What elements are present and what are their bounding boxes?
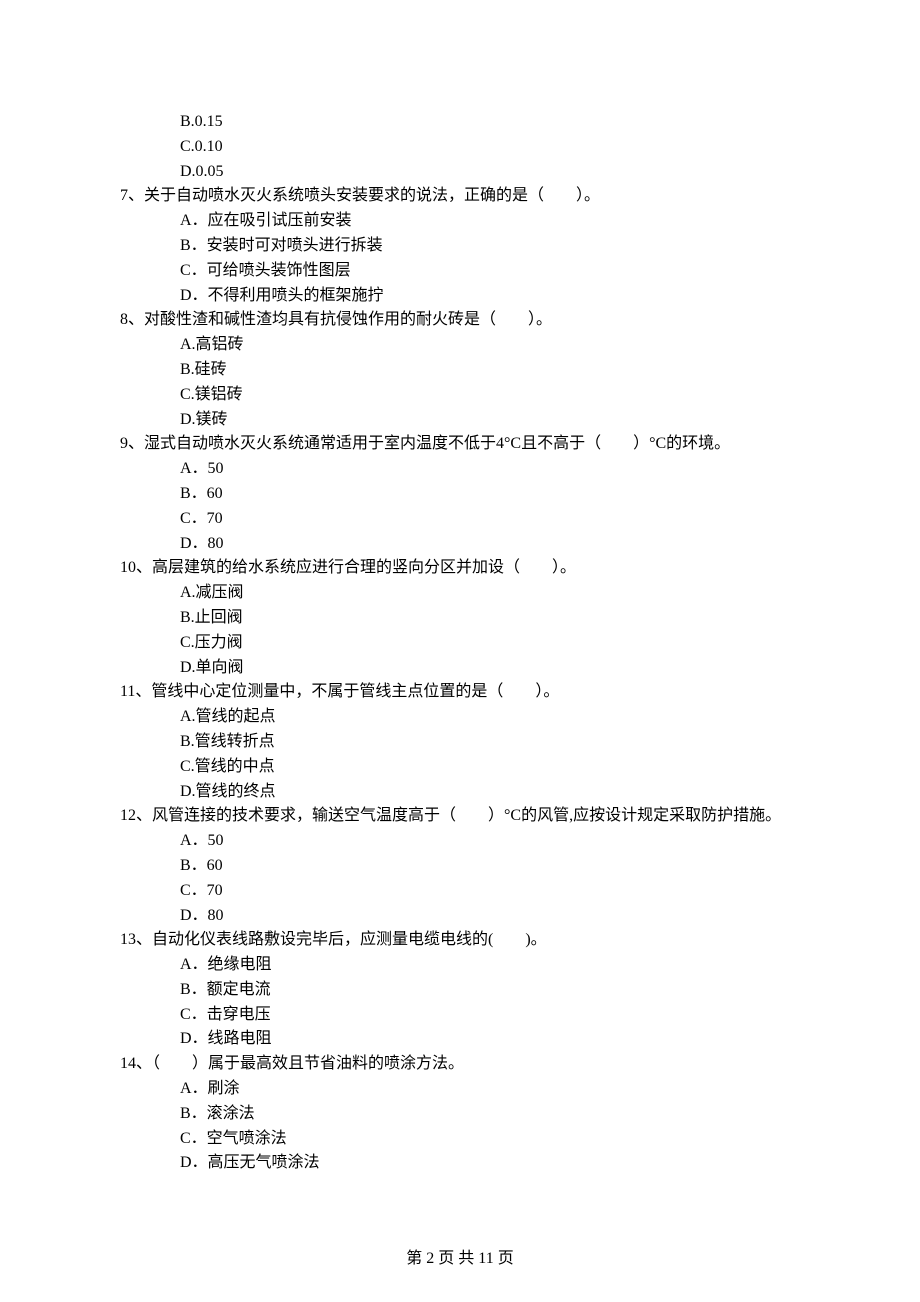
option-c: C.0.10	[180, 135, 800, 160]
option-b: B．额定电流	[180, 978, 800, 1003]
question-11: 11、管线中心定位测量中，不属于管线主点位置的是（ ）。 A.管线的起点 B.管…	[120, 680, 800, 804]
option-b: B.止回阀	[180, 606, 800, 631]
option-a: A．刷涂	[180, 1077, 800, 1102]
option-d: D．80	[180, 532, 800, 557]
option-b: B.管线转折点	[180, 730, 800, 755]
option-d: D.镁砖	[180, 408, 800, 433]
option-c: C.管线的中点	[180, 755, 800, 780]
question-stem: 9、湿式自动喷水灭火系统通常适用于室内温度不低于4°C且不高于（ ）°C的环境。	[120, 432, 800, 457]
option-d: D．高压无气喷涂法	[180, 1151, 800, 1176]
question-options: A.高铝砖 B.硅砖 C.镁铝砖 D.镁砖	[120, 333, 800, 432]
option-a: A．应在吸引试压前安装	[180, 209, 800, 234]
option-d: D.0.05	[180, 160, 800, 185]
question-stem: 13、自动化仪表线路敷设完毕后，应测量电缆电线的( )。	[120, 928, 800, 953]
option-c: C．可给喷头装饰性图层	[180, 259, 800, 284]
option-a: A．50	[180, 457, 800, 482]
option-d: D．80	[180, 904, 800, 929]
option-c: C．击穿电压	[180, 1003, 800, 1028]
option-a: A．50	[180, 829, 800, 854]
question-options: A．绝缘电阻 B．额定电流 C．击穿电压 D．线路电阻	[120, 953, 800, 1052]
option-a: A.减压阀	[180, 581, 800, 606]
option-b: B．60	[180, 854, 800, 879]
option-a: A.管线的起点	[180, 705, 800, 730]
option-c: C．70	[180, 879, 800, 904]
option-c: C.压力阀	[180, 631, 800, 656]
option-c: C．空气喷涂法	[180, 1127, 800, 1152]
option-d: D．不得利用喷头的框架施拧	[180, 284, 800, 309]
question-10: 10、高层建筑的给水系统应进行合理的竖向分区并加设（ ）。 A.减压阀 B.止回…	[120, 556, 800, 680]
question-stem: 8、对酸性渣和碱性渣均具有抗侵蚀作用的耐火砖是（ ）。	[120, 308, 800, 333]
question-9: 9、湿式自动喷水灭火系统通常适用于室内温度不低于4°C且不高于（ ）°C的环境。…	[120, 432, 800, 556]
question-7: 7、关于自动喷水灭火系统喷头安装要求的说法，正确的是（ ）。 A．应在吸引试压前…	[120, 184, 800, 308]
question-stem: 10、高层建筑的给水系统应进行合理的竖向分区并加设（ ）。	[120, 556, 800, 581]
question-13: 13、自动化仪表线路敷设完毕后，应测量电缆电线的( )。 A．绝缘电阻 B．额定…	[120, 928, 800, 1052]
option-d: D.单向阀	[180, 656, 800, 681]
option-c: C．70	[180, 507, 800, 532]
option-b: B．滚涂法	[180, 1102, 800, 1127]
option-a: A．绝缘电阻	[180, 953, 800, 978]
option-b: B.0.15	[180, 110, 800, 135]
question-options: A.减压阀 B.止回阀 C.压力阀 D.单向阀	[120, 581, 800, 680]
question-stem: 11、管线中心定位测量中，不属于管线主点位置的是（ ）。	[120, 680, 800, 705]
question-stem: 7、关于自动喷水灭火系统喷头安装要求的说法，正确的是（ ）。	[120, 184, 800, 209]
question-stem: 12、风管连接的技术要求，输送空气温度高于（ ）°C的风管,应按设计规定采取防护…	[120, 804, 800, 829]
prev-question-options: B.0.15 C.0.10 D.0.05	[120, 110, 800, 184]
page-footer: 第 2 页 共 11 页	[120, 1247, 800, 1272]
option-b: B.硅砖	[180, 358, 800, 383]
question-stem: 14、（ ）属于最高效且节省油料的喷涂方法。	[120, 1052, 800, 1077]
question-14: 14、（ ）属于最高效且节省油料的喷涂方法。 A．刷涂 B．滚涂法 C．空气喷涂…	[120, 1052, 800, 1176]
option-d: D.管线的终点	[180, 780, 800, 805]
question-options: A．应在吸引试压前安装 B．安装时可对喷头进行拆装 C．可给喷头装饰性图层 D．…	[120, 209, 800, 308]
option-c: C.镁铝砖	[180, 383, 800, 408]
question-12: 12、风管连接的技术要求，输送空气温度高于（ ）°C的风管,应按设计规定采取防护…	[120, 804, 800, 928]
question-options: A.管线的起点 B.管线转折点 C.管线的中点 D.管线的终点	[120, 705, 800, 804]
option-d: D．线路电阻	[180, 1027, 800, 1052]
question-8: 8、对酸性渣和碱性渣均具有抗侵蚀作用的耐火砖是（ ）。 A.高铝砖 B.硅砖 C…	[120, 308, 800, 432]
option-b: B．60	[180, 482, 800, 507]
question-options: A．50 B．60 C．70 D．80	[120, 829, 800, 928]
option-a: A.高铝砖	[180, 333, 800, 358]
page-container: B.0.15 C.0.10 D.0.05 7、关于自动喷水灭火系统喷头安装要求的…	[0, 0, 920, 1302]
question-options: A．50 B．60 C．70 D．80	[120, 457, 800, 556]
option-b: B．安装时可对喷头进行拆装	[180, 234, 800, 259]
question-options: A．刷涂 B．滚涂法 C．空气喷涂法 D．高压无气喷涂法	[120, 1077, 800, 1176]
